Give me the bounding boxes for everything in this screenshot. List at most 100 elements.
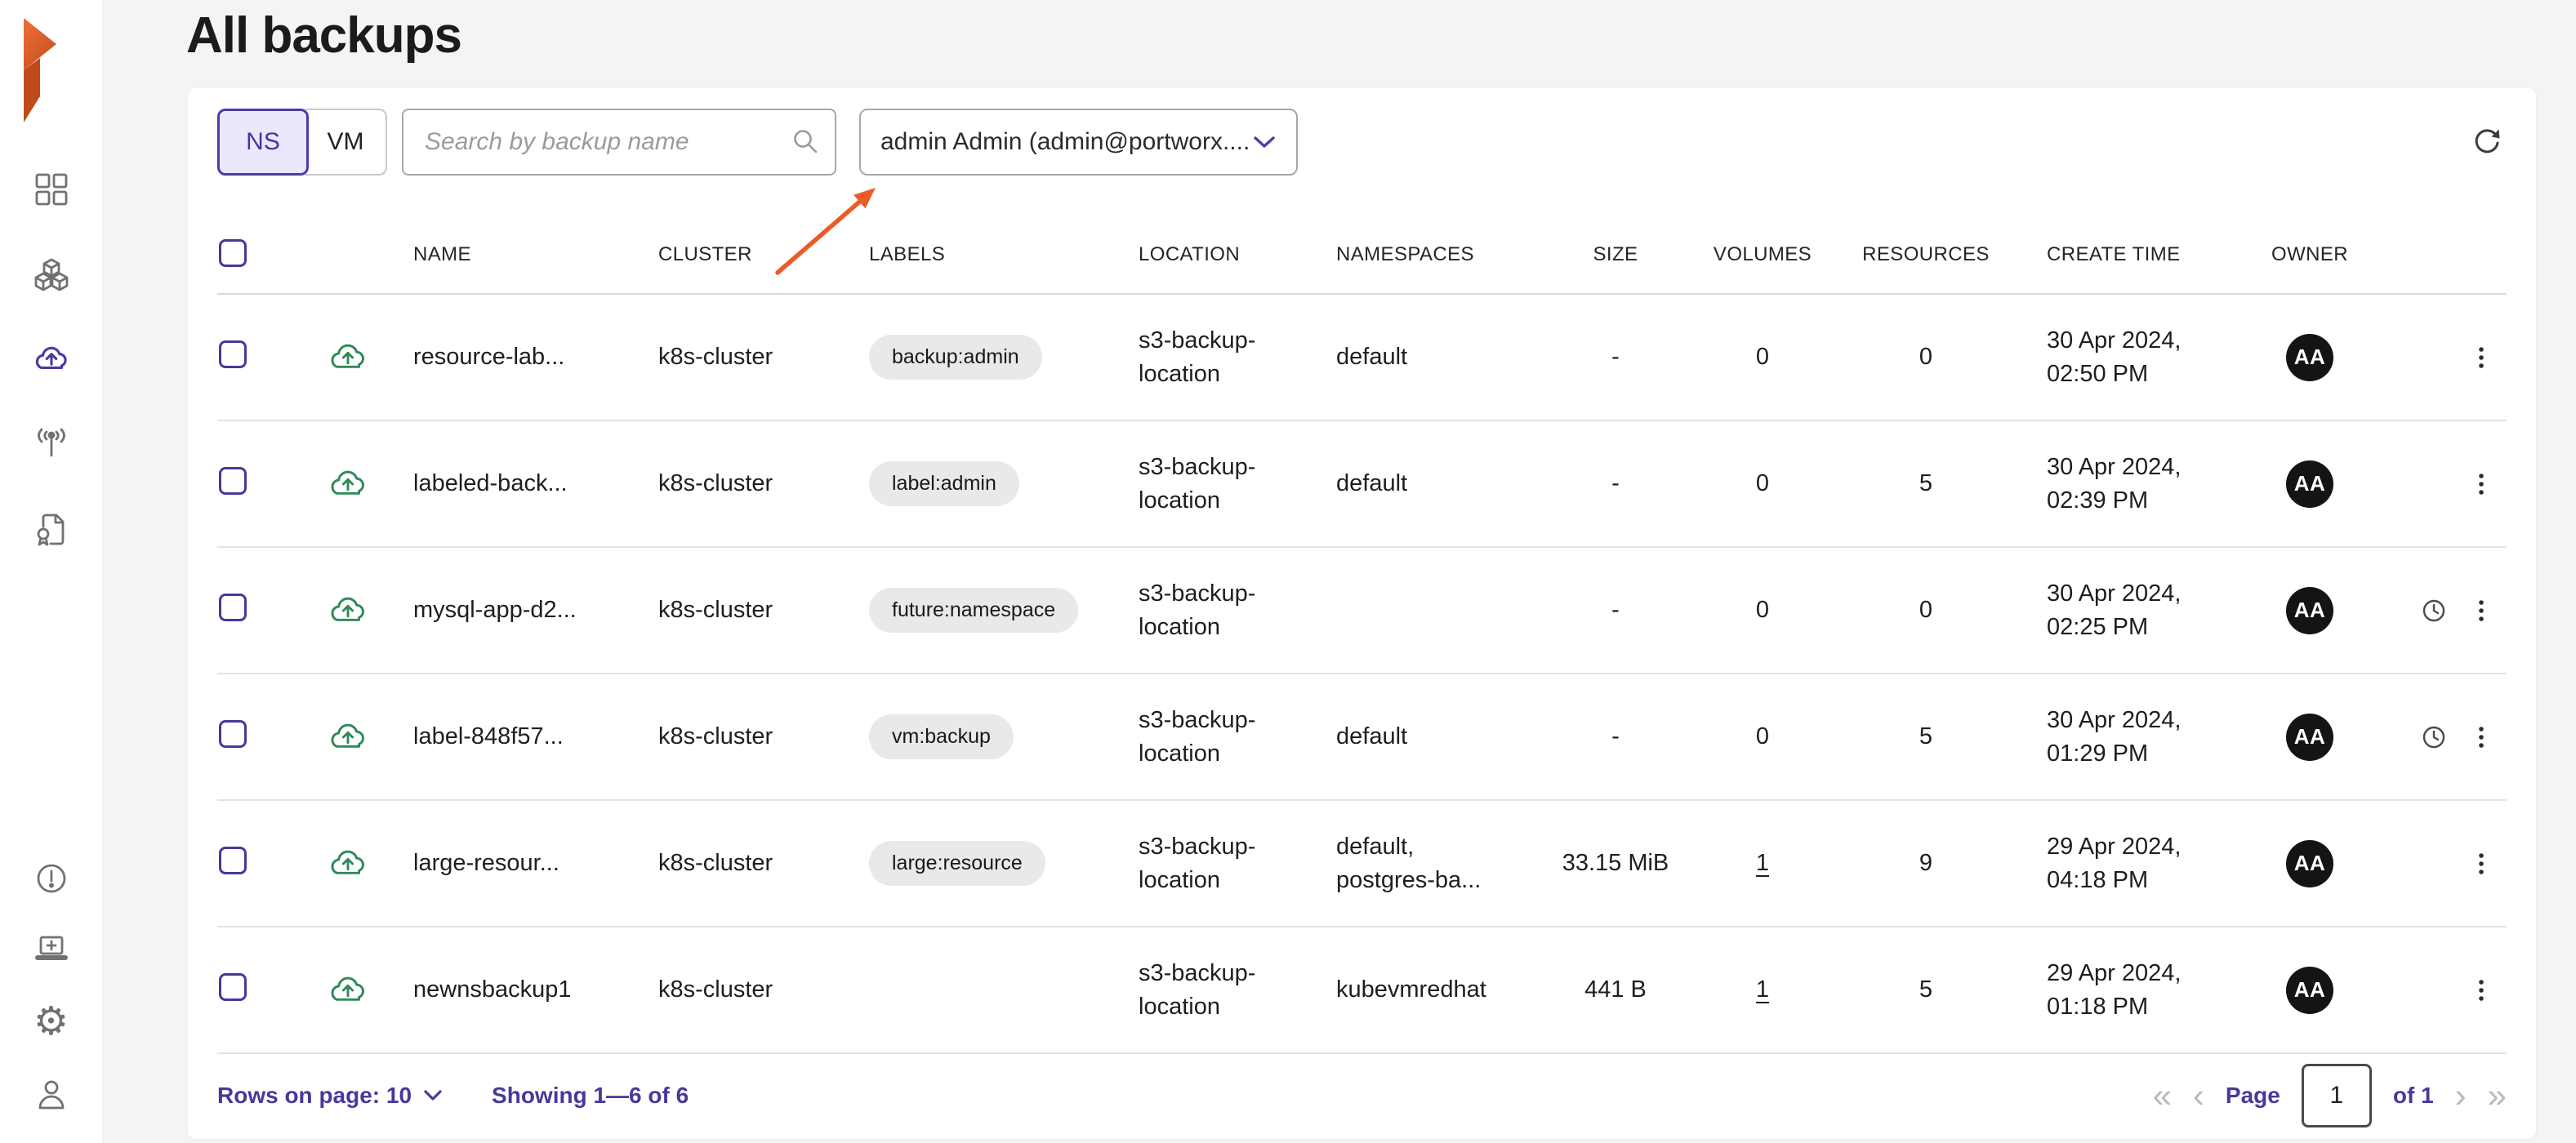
row-actions-kebab[interactable] — [2455, 592, 2507, 629]
owner-avatar: AA — [2286, 334, 2333, 381]
page-of-label: of 1 — [2393, 1083, 2434, 1109]
namespaces-cell: kubevmredhat — [1336, 973, 1550, 1006]
first-page-button[interactable]: « — [2153, 1079, 2172, 1113]
cubes-icon — [33, 256, 70, 293]
backup-cloud-icon — [327, 463, 369, 505]
namespaces-cell: default — [1336, 340, 1550, 373]
backup-cloud-icon — [327, 969, 369, 1012]
label-badge: label:admin — [869, 461, 1019, 506]
sidebar-item-clusters[interactable] — [32, 255, 71, 294]
table-row: mysql-app-d2... k8s-cluster future:names… — [217, 548, 2507, 674]
sidebar-item-backups[interactable] — [32, 340, 71, 379]
owner-avatar: AA — [2286, 714, 2333, 761]
row-actions-kebab[interactable] — [2455, 845, 2507, 883]
location-cell: s3-backup-location — [1139, 577, 1336, 643]
backup-cloud-icon — [327, 843, 369, 885]
backup-name[interactable]: labeled-back... — [413, 470, 658, 497]
create-time-cell: 30 Apr 2024,01:29 PM — [2008, 704, 2244, 769]
portworx-logo[interactable] — [16, 18, 64, 130]
kebab-icon — [2465, 339, 2498, 376]
last-page-button[interactable]: » — [2488, 1079, 2507, 1113]
chevron-down-icon — [1252, 136, 1277, 149]
create-time-cell: 29 Apr 2024,04:18 PM — [2008, 830, 2244, 896]
refresh-button[interactable] — [2467, 122, 2507, 162]
backup-name[interactable]: large-resour... — [413, 850, 658, 877]
sidebar-item-profile[interactable] — [32, 1074, 71, 1114]
location-cell: s3-backup-location — [1139, 830, 1336, 896]
cluster-name: k8s-cluster — [658, 470, 869, 497]
resources-cell: 0 — [1844, 597, 2008, 624]
toggle-ns-button[interactable]: NS — [217, 109, 309, 176]
table-row: label-848f57... k8s-cluster vm:backup s3… — [217, 674, 2507, 801]
volumes-link[interactable]: 1 — [1756, 850, 1769, 876]
refresh-icon — [2469, 123, 2505, 159]
size-cell: - — [1550, 597, 1681, 624]
showing-range-text: Showing 1—6 of 6 — [492, 1083, 689, 1109]
row-actions-kebab[interactable] — [2455, 718, 2507, 756]
cluster-name: k8s-cluster — [658, 597, 869, 624]
location-cell: s3-backup-location — [1139, 451, 1336, 516]
ns-vm-toggle: NS VM — [217, 109, 387, 176]
table-header: NAME CLUSTER LABELS LOCATION NAMESPACES … — [217, 216, 2507, 295]
backup-name[interactable]: newnsbackup1 — [413, 976, 658, 1003]
backup-name[interactable]: label-848f57... — [413, 723, 658, 750]
table-footer: Rows on page: 10 Showing 1—6 of 6 « ‹ Pa… — [217, 1054, 2507, 1136]
location-cell: s3-backup-location — [1139, 957, 1336, 1022]
row-checkbox[interactable] — [219, 973, 247, 1001]
chevron-down-icon — [423, 1089, 443, 1101]
namespaces-cell: default,postgres-ba... — [1336, 830, 1550, 896]
label-badge: future:namespace — [869, 588, 1078, 633]
backup-cloud-icon — [327, 336, 369, 379]
row-actions-kebab[interactable] — [2455, 465, 2507, 503]
owner-avatar: AA — [2286, 587, 2333, 634]
backup-name[interactable]: resource-lab... — [413, 344, 658, 371]
sidebar-item-licenses[interactable] — [32, 509, 71, 549]
table-row: resource-lab... k8s-cluster backup:admin… — [217, 295, 2507, 421]
page-number-input[interactable] — [2302, 1064, 2372, 1127]
row-checkbox[interactable] — [219, 467, 247, 495]
row-checkbox[interactable] — [219, 720, 247, 748]
prev-page-button[interactable]: ‹ — [2193, 1079, 2204, 1113]
schedule-clock-icon — [2418, 721, 2450, 754]
backups-card: NS VM admin Admin (admin@portworx.... — [188, 88, 2536, 1139]
resources-cell: 5 — [1844, 723, 2008, 750]
create-time-cell: 30 Apr 2024,02:25 PM — [2008, 577, 2244, 643]
owner-avatar: AA — [2286, 967, 2333, 1014]
search-input[interactable] — [402, 109, 836, 176]
kebab-icon — [2465, 465, 2498, 503]
owner-filter-select[interactable]: admin Admin (admin@portworx.... — [859, 109, 1298, 176]
row-actions-kebab[interactable] — [2455, 972, 2507, 1009]
sidebar-item-activity[interactable] — [32, 425, 71, 464]
location-cell: s3-backup-location — [1139, 324, 1336, 389]
cluster-name: k8s-cluster — [658, 723, 869, 750]
owner-avatar: AA — [2286, 460, 2333, 508]
toggle-vm-button[interactable]: VM — [305, 109, 387, 176]
col-owner: OWNER — [2244, 243, 2375, 266]
sidebar-item-alerts[interactable] — [32, 859, 71, 898]
volumes-cell: 0 — [1681, 470, 1844, 497]
next-page-button[interactable]: › — [2455, 1079, 2467, 1113]
laptop-plus-icon — [33, 932, 70, 969]
row-checkbox[interactable] — [219, 594, 247, 621]
row-actions-kebab[interactable] — [2455, 339, 2507, 376]
col-size: SIZE — [1550, 243, 1681, 266]
rows-per-page-dropdown[interactable]: Rows on page: 10 — [217, 1083, 412, 1109]
col-name: NAME — [413, 243, 658, 266]
col-location: LOCATION — [1139, 243, 1336, 266]
volumes-cell: 0 — [1681, 344, 1844, 371]
volumes-cell: 0 — [1681, 723, 1844, 750]
sidebar-item-settings[interactable]: ⚙ — [32, 1003, 71, 1042]
row-checkbox[interactable] — [219, 340, 247, 368]
certificate-file-icon — [33, 510, 70, 548]
col-labels: LABELS — [869, 243, 1139, 266]
row-checkbox[interactable] — [219, 847, 247, 874]
backup-cloud-icon — [327, 716, 369, 758]
col-create-time: CREATE TIME — [2008, 243, 2244, 266]
size-cell: - — [1550, 723, 1681, 750]
backup-name[interactable]: mysql-app-d2... — [413, 597, 658, 624]
create-time-cell: 30 Apr 2024,02:50 PM — [2008, 324, 2244, 389]
select-all-checkbox[interactable] — [219, 239, 247, 267]
sidebar-item-diagnostics[interactable] — [32, 931, 71, 970]
sidebar-item-dashboard[interactable] — [32, 170, 71, 209]
volumes-link[interactable]: 1 — [1756, 976, 1769, 1003]
